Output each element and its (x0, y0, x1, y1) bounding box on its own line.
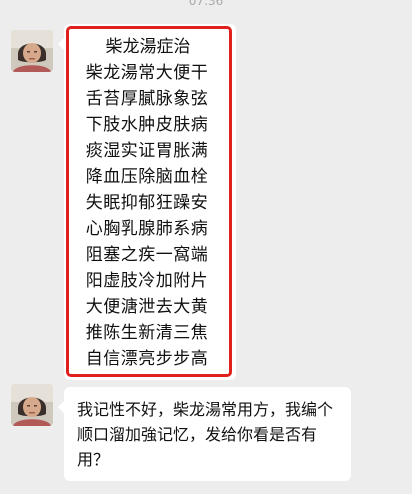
poem-line: 舌苔厚膩脉象弦 (85, 89, 209, 109)
poem-line: 柴龙湯常大便干 (85, 63, 209, 83)
poem-line: 痰湿实证胃胀满 (85, 141, 209, 161)
poem-line: 推陈生新清三焦 (85, 323, 209, 343)
text-message-bubble[interactable]: 我记性不好，柴龙湯常用方，我编个顺口溜加強记忆，发给你看是否有用？ (58, 387, 351, 481)
poem-title: 柴龙湯症治 (105, 37, 191, 57)
poem-line: 降血压除脑血栓 (85, 167, 209, 187)
poem-line: 自信漂亮步步高 (85, 349, 209, 369)
poem-line: 大便溏泄去大黄 (85, 297, 209, 317)
poem-line: 心胸乳腺肺系病 (85, 219, 209, 239)
avatar-photo-icon (11, 384, 53, 426)
poem-line: 阻塞之疾一窩端 (85, 245, 209, 265)
poem-image-content: 柴龙湯症治 柴龙湯常大便干 舌苔厚膩脉象弦 下肢水肿皮肤病 痰湿实证胃胀满 降血… (74, 34, 220, 372)
avatar-photo-icon (11, 30, 53, 72)
message-text: 我记性不好，柴龙湯常用方，我编个顺口溜加強记忆，发给你看是否有用？ (77, 400, 334, 469)
sender-avatar[interactable] (11, 384, 53, 426)
poem-line: 失眠抑郁狂躁安 (85, 193, 209, 213)
poem-line: 阳虚肢冷加附片 (85, 271, 209, 291)
poem-message-bubble[interactable]: 柴龙湯症治 柴龙湯常大便干 舌苔厚膩脉象弦 下肢水肿皮肤病 痰湿实证胃胀满 降血… (58, 24, 236, 380)
message-timestamp: 07:36 (188, 0, 224, 8)
sender-avatar[interactable] (11, 30, 53, 72)
poem-line: 下肢水肿皮肤病 (85, 115, 209, 135)
